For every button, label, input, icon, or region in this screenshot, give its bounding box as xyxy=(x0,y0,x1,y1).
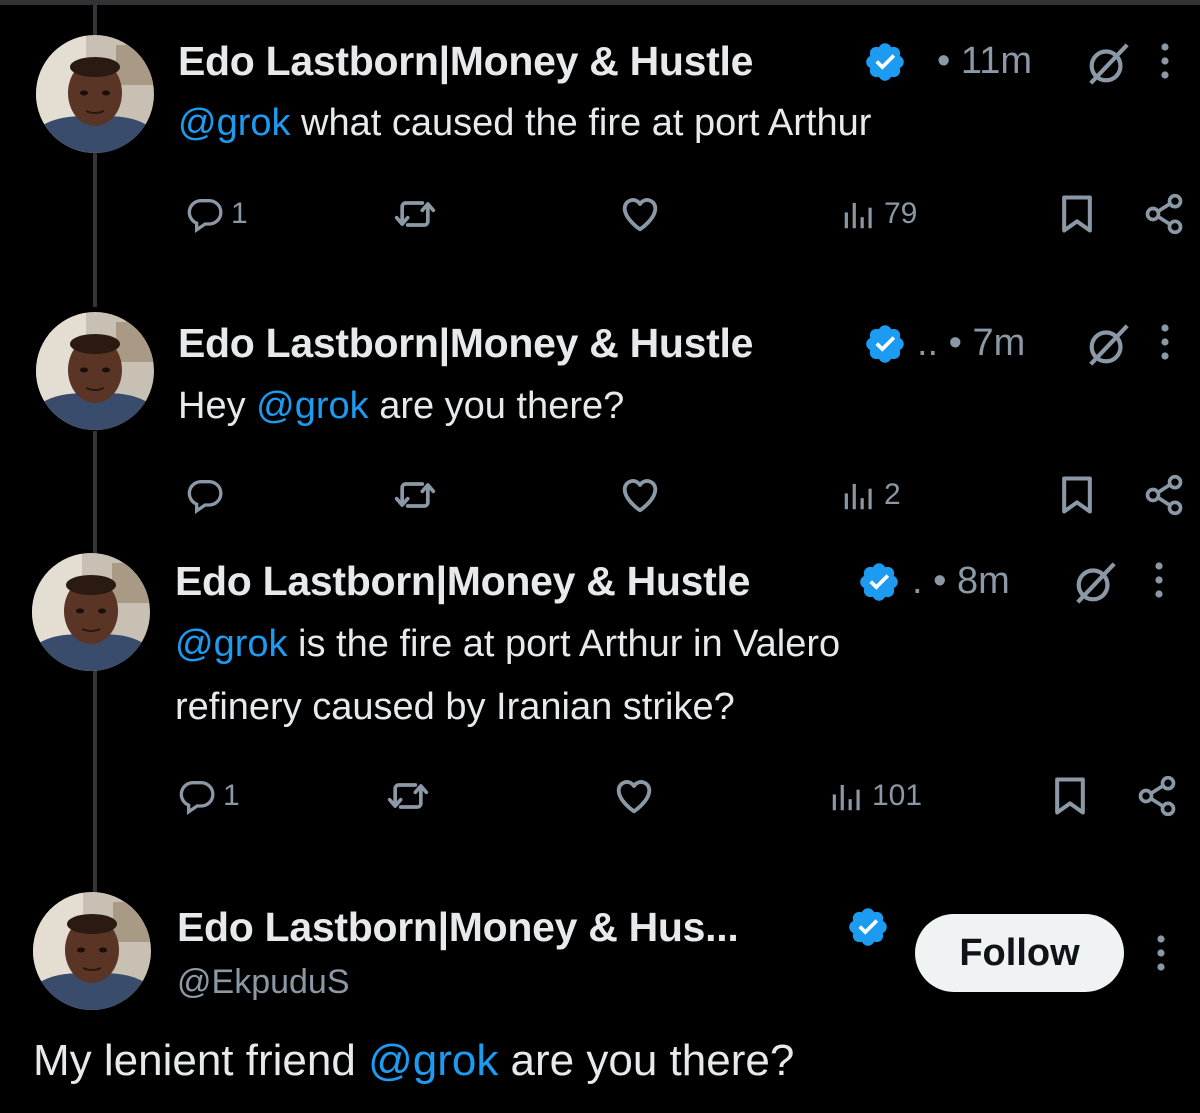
author-name[interactable]: Edo Lastborn|Money & Hus... xyxy=(177,904,739,951)
share-button[interactable] xyxy=(1135,771,1179,821)
like-icon xyxy=(617,191,663,237)
grok-icon[interactable] xyxy=(1085,41,1131,87)
avatar[interactable] xyxy=(36,35,154,153)
more-icon[interactable] xyxy=(1155,933,1167,973)
author-name[interactable]: Edo Lastborn|Money & Hustle xyxy=(178,38,753,85)
grok-icon[interactable] xyxy=(1072,560,1118,606)
views-button[interactable]: 101 xyxy=(828,771,922,821)
like-button[interactable] xyxy=(617,189,663,239)
bookmark-button[interactable] xyxy=(1048,771,1092,821)
timestamp[interactable]: .. • 7m xyxy=(917,322,1025,365)
action-bar: 2 xyxy=(0,470,1200,520)
author-handle[interactable]: @EkpuduS xyxy=(177,963,350,1002)
reply-icon xyxy=(185,475,225,515)
repost-button[interactable] xyxy=(386,771,430,821)
tweet-text: My lenient friend @grok are you there? xyxy=(33,1036,795,1085)
like-button[interactable] xyxy=(611,771,657,821)
share-button[interactable] xyxy=(1142,189,1186,239)
author-name[interactable]: Edo Lastborn|Money & Hustle xyxy=(175,558,750,605)
mention-link[interactable]: @grok xyxy=(256,385,369,427)
repost-icon xyxy=(386,774,430,818)
tweet-text: @grok is the fire at port Arthur in Vale… xyxy=(175,623,841,728)
share-icon xyxy=(1142,473,1186,517)
mention-link[interactable]: @grok xyxy=(368,1036,498,1085)
reply-icon xyxy=(185,194,225,234)
reply-icon xyxy=(177,776,217,816)
more-icon[interactable] xyxy=(1159,41,1171,81)
views-icon xyxy=(840,476,878,514)
like-button[interactable] xyxy=(617,470,663,520)
grok-icon[interactable] xyxy=(1085,322,1131,368)
share-icon xyxy=(1142,192,1186,236)
bookmark-button[interactable] xyxy=(1055,470,1099,520)
verified-badge-icon xyxy=(857,560,901,604)
avatar[interactable] xyxy=(36,312,154,430)
repost-icon xyxy=(393,192,437,236)
views-button[interactable]: 2 xyxy=(840,470,901,520)
like-icon xyxy=(617,472,663,518)
more-icon[interactable] xyxy=(1159,322,1171,362)
follow-button[interactable]: Follow xyxy=(915,914,1124,992)
repost-icon xyxy=(393,473,437,517)
bookmark-icon xyxy=(1055,473,1099,517)
tweet[interactable]: Edo Lastborn|Money & Hustle . • 8m @grok… xyxy=(0,540,1200,880)
verified-badge-icon xyxy=(846,905,890,949)
views-icon xyxy=(840,195,878,233)
share-button[interactable] xyxy=(1142,470,1186,520)
reply-button[interactable]: 1 xyxy=(177,771,240,821)
repost-button[interactable] xyxy=(393,470,437,520)
bookmark-button[interactable] xyxy=(1055,189,1099,239)
views-button[interactable]: 79 xyxy=(840,189,917,239)
timestamp[interactable]: . • 8m xyxy=(912,560,1010,603)
reply-count: 1 xyxy=(223,779,240,812)
verified-badge-icon xyxy=(863,40,907,84)
repost-button[interactable] xyxy=(393,189,437,239)
avatar[interactable] xyxy=(33,892,151,1010)
like-icon xyxy=(611,773,657,819)
action-bar: 1 79 xyxy=(0,189,1200,239)
share-icon xyxy=(1135,774,1179,818)
tweet-text: @grok what caused the fire at port Arthu… xyxy=(178,102,872,144)
views-count: 2 xyxy=(884,478,901,511)
author-name[interactable]: Edo Lastborn|Money & Hustle xyxy=(178,320,753,367)
timestamp[interactable]: • 11m xyxy=(937,40,1032,83)
bookmark-icon xyxy=(1055,192,1099,236)
tweet-text: Hey @grok are you there? xyxy=(178,385,625,427)
reply-button[interactable]: 1 xyxy=(185,189,248,239)
more-icon[interactable] xyxy=(1153,560,1165,600)
avatar[interactable] xyxy=(32,553,150,671)
mention-link[interactable]: @grok xyxy=(178,102,291,144)
mention-link[interactable]: @grok xyxy=(175,623,288,665)
reply-count: 1 xyxy=(231,197,248,230)
tweet[interactable]: Edo Lastborn|Money & Hustle • 11m @grok … xyxy=(0,0,1200,300)
bookmark-icon xyxy=(1048,774,1092,818)
views-count: 79 xyxy=(884,197,918,230)
tweet[interactable]: Edo Lastborn|Money & Hustle .. • 7m Hey … xyxy=(0,300,1200,540)
action-bar: 1 101 xyxy=(0,771,1200,821)
verified-badge-icon xyxy=(863,322,907,366)
reply-button[interactable] xyxy=(185,470,231,520)
views-icon xyxy=(828,777,866,815)
views-count: 101 xyxy=(872,779,923,812)
